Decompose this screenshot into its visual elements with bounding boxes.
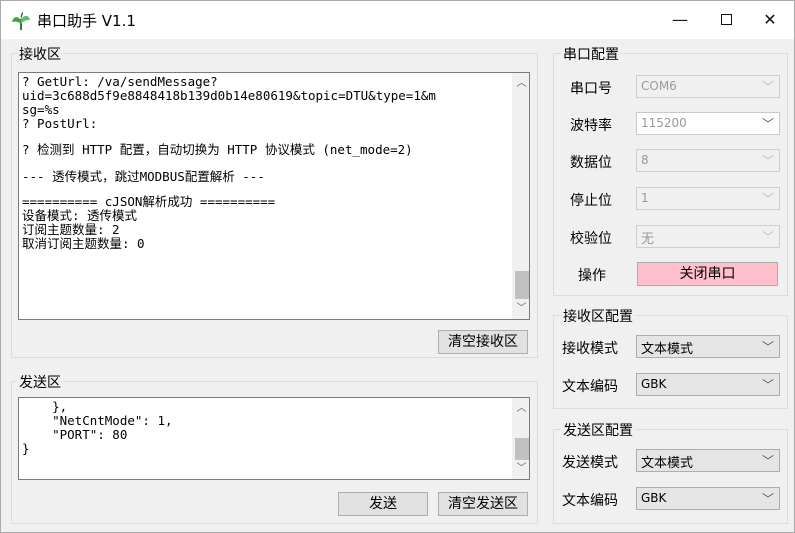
text-line: "PORT": 80 — [22, 427, 128, 442]
send-mode-value: 文本模式 — [641, 456, 694, 471]
serial-config-title: 串口配置 — [561, 44, 621, 64]
maximize-button[interactable] — [703, 1, 749, 39]
maximize-icon — [720, 13, 732, 25]
port-select[interactable]: COM6 ﹀ — [636, 75, 780, 98]
send-button[interactable]: 发送 — [338, 492, 428, 516]
receive-encoding-label: 文本编码 — [562, 379, 618, 395]
send-group-title: 发送区 — [17, 372, 63, 392]
receive-encoding-value: GBK — [641, 377, 667, 391]
text-line: ? 检测到 HTTP 配置，自动切换为 HTTP 协议模式 (net_mode=… — [22, 142, 413, 157]
close-port-button[interactable]: 关闭串口 — [637, 262, 778, 286]
receive-encoding-select[interactable]: GBK ﹀ — [636, 373, 780, 396]
receive-mode-select[interactable]: 文本模式 ﹀ — [636, 335, 780, 358]
receive-group-title: 接收区 — [17, 44, 63, 64]
baud-label: 波特率 — [570, 118, 612, 134]
chevron-down-icon: ﹀ — [761, 154, 774, 168]
text-line: } — [22, 441, 30, 456]
chevron-down-icon: ﹀ — [761, 492, 774, 506]
send-encoding-label: 文本编码 — [562, 493, 618, 509]
title-bar: 串口助手 V1.1 — ✕ — [1, 1, 794, 39]
parity-label: 校验位 — [570, 231, 612, 247]
databits-label: 数据位 — [570, 155, 612, 171]
stopbits-label: 停止位 — [570, 193, 612, 209]
action-label: 操作 — [578, 268, 606, 284]
text-line: }, — [22, 399, 68, 414]
receive-mode-label: 接收模式 — [562, 341, 618, 357]
text-line: ? PostUrl: — [22, 116, 98, 131]
receive-mode-value: 文本模式 — [641, 342, 694, 357]
text-line — [22, 158, 436, 168]
chevron-down-icon: ﹀ — [761, 80, 774, 94]
chevron-down-icon: ﹀ — [761, 454, 774, 468]
send-text: }, "NetCntMode": 1, "PORT": 80} — [22, 400, 173, 456]
scroll-up-icon[interactable]: ︿ — [513, 75, 529, 92]
chevron-down-icon: ﹀ — [761, 378, 774, 392]
scroll-thumb[interactable] — [515, 271, 529, 299]
chevron-down-icon: ﹀ — [761, 230, 774, 244]
send-mode-label: 发送模式 — [562, 455, 618, 471]
parity-select[interactable]: 无 ﹀ — [636, 225, 780, 248]
receive-config-title: 接收区配置 — [561, 306, 635, 326]
text-line: 订阅主题数量: 2 — [22, 222, 120, 237]
chevron-down-icon: ﹀ — [761, 117, 774, 131]
text-line: --- 透传模式，跳过MODBUS配置解析 --- — [22, 169, 265, 184]
chevron-down-icon: ﹀ — [761, 192, 774, 206]
minimize-button[interactable]: — — [657, 1, 703, 39]
text-line: ========== cJSON解析成功 ========== — [22, 194, 276, 209]
text-line: 设备模式: 透传模式 — [22, 208, 138, 223]
send-encoding-value: GBK — [641, 491, 667, 505]
port-label: 串口号 — [570, 81, 612, 97]
databits-value: 8 — [641, 153, 649, 167]
baud-value: 115200 — [641, 116, 687, 130]
receive-textarea[interactable]: ? GetUrl: /va/sendMessage? uid=3c688d5f9e… — [18, 72, 530, 320]
window-title: 串口助手 V1.1 — [37, 12, 136, 30]
text-line — [22, 131, 436, 141]
baud-select[interactable]: 115200 ﹀ — [636, 112, 780, 135]
chevron-down-icon: ﹀ — [761, 340, 774, 354]
text-line: uid=3c688d5f9e8848418b139d0b14e80619&top… — [22, 88, 436, 103]
text-line: ? GetUrl: /va/sendMessage? — [22, 74, 218, 89]
parity-value: 无 — [641, 232, 655, 247]
scroll-thumb[interactable] — [515, 438, 529, 460]
send-textarea[interactable]: }, "NetCntMode": 1, "PORT": 80} ︿ ﹀ — [18, 397, 530, 480]
send-scrollbar[interactable]: ︿ ﹀ — [512, 398, 529, 479]
send-config-title: 发送区配置 — [561, 420, 635, 440]
text-line: sg=%s — [22, 102, 60, 117]
text-line: "NetCntMode": 1, — [22, 413, 173, 428]
clear-send-button[interactable]: 清空发送区 — [438, 492, 528, 516]
receive-text: ? GetUrl: /va/sendMessage? uid=3c688d5f9e… — [22, 75, 436, 251]
send-encoding-select[interactable]: GBK ﹀ — [636, 487, 780, 510]
scroll-down-icon[interactable]: ﹀ — [513, 300, 529, 317]
clear-receive-button[interactable]: 清空接收区 — [438, 330, 528, 354]
databits-select[interactable]: 8 ﹀ — [636, 149, 780, 172]
app-window: 串口助手 V1.1 — ✕ 接收区 ? GetUrl: /va/sendMess… — [0, 0, 795, 533]
send-mode-select[interactable]: 文本模式 ﹀ — [636, 449, 780, 472]
app-plant-icon — [12, 12, 30, 30]
stopbits-value: 1 — [641, 191, 649, 205]
stopbits-select[interactable]: 1 ﹀ — [636, 187, 780, 210]
close-window-button[interactable]: ✕ — [747, 1, 793, 39]
text-line: 取消订阅主题数量: 0 — [22, 236, 145, 251]
scroll-up-icon[interactable]: ︿ — [513, 400, 529, 417]
scroll-down-icon[interactable]: ﹀ — [513, 460, 529, 477]
receive-scrollbar[interactable]: ︿ ﹀ — [512, 73, 529, 319]
port-value: COM6 — [641, 79, 677, 93]
